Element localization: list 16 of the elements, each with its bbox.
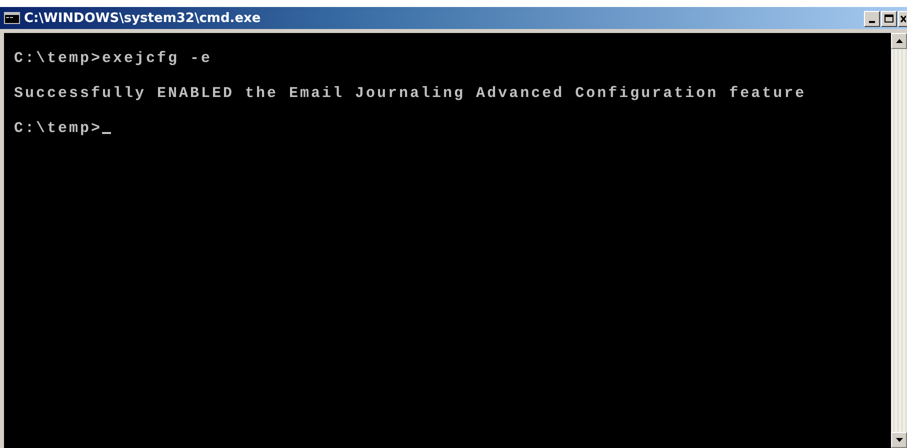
console-line: Successfully ENABLED the Email Journaling Advanced Configuration feature: [14, 84, 806, 102]
window-title: C:\WINDOWS\system32\cmd.exe: [24, 10, 261, 26]
maximize-button[interactable]: [881, 11, 897, 27]
close-button[interactable]: [898, 11, 907, 27]
console-line: C:\temp>: [14, 120, 102, 136]
down-arrow-icon: [896, 438, 902, 442]
scroll-down-button[interactable]: [891, 432, 907, 448]
minimize-icon: [869, 21, 875, 23]
console-line: C:\temp>exejcfg -e: [14, 50, 212, 66]
close-icon: [900, 14, 906, 24]
scrollbar[interactable]: [891, 33, 907, 448]
scroll-up-button[interactable]: [891, 33, 907, 49]
minimize-button[interactable]: [864, 11, 880, 27]
maximize-icon: [884, 14, 894, 24]
console-icon: [4, 12, 20, 24]
up-arrow-icon: [896, 39, 902, 43]
